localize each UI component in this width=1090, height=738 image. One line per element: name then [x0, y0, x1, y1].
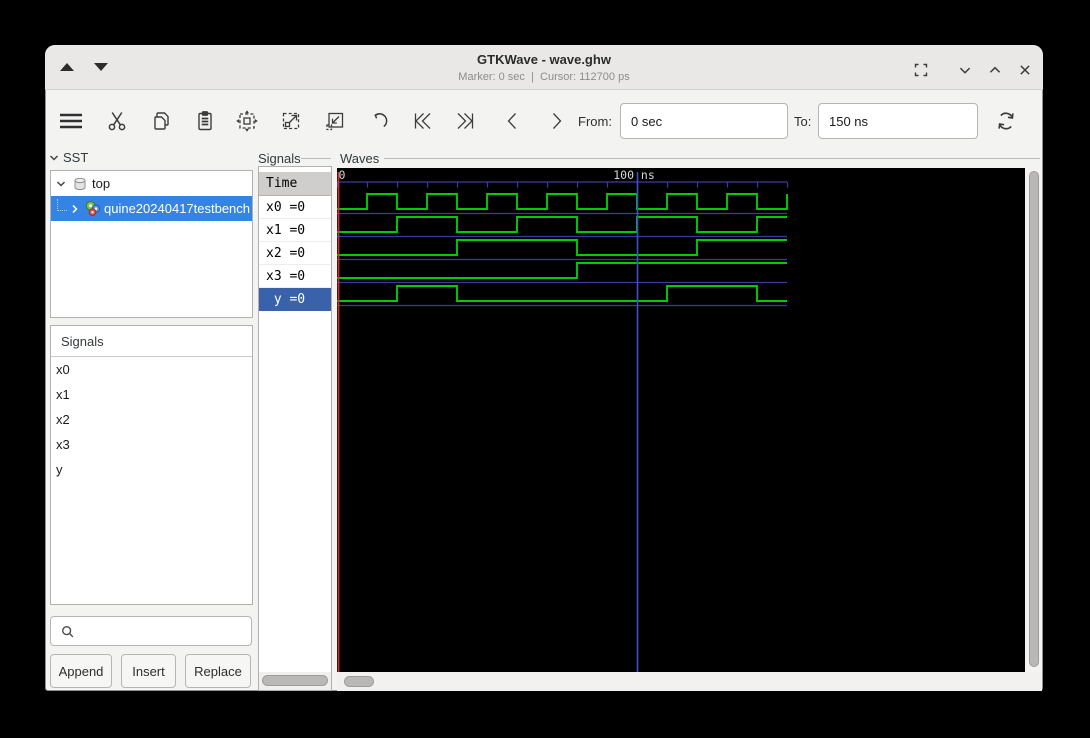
from-label: From:	[578, 114, 612, 129]
paste-button[interactable]	[192, 108, 218, 134]
signal-name-panel: Time x0 =0 x1 =0 x2 =0 x3 =0 y =0	[258, 166, 332, 691]
signal-row-x2[interactable]: x2 =0	[259, 242, 331, 265]
step-forward-button[interactable]	[543, 108, 569, 134]
tree-item-testbench[interactable]: quine20240417testbench	[51, 196, 252, 221]
to-label: To:	[794, 114, 812, 129]
roll-down-button[interactable]	[952, 57, 978, 83]
frame-border	[384, 158, 1040, 159]
reload-icon	[998, 112, 1014, 130]
waves-frame-label: Waves	[340, 151, 380, 166]
list-item-y[interactable]: y	[51, 457, 252, 482]
tree-branch-connector	[57, 198, 67, 211]
replace-button[interactable]: Replace	[185, 654, 251, 688]
insert-button[interactable]: Insert	[121, 654, 176, 688]
scrollbar-thumb[interactable]	[1029, 171, 1039, 667]
list-item-x3[interactable]: x3	[51, 432, 252, 457]
list-item-x2[interactable]: x2	[51, 407, 252, 432]
svg-text:0: 0	[339, 168, 346, 182]
tree-item-top[interactable]: top	[51, 171, 252, 196]
scrollbar-thumb[interactable]	[262, 675, 328, 686]
wave-canvas[interactable]: 0 100 ns	[337, 168, 1025, 672]
maximize-button[interactable]	[908, 57, 934, 83]
wave-vscrollbar[interactable]	[1026, 168, 1042, 672]
chevron-left-icon	[507, 113, 516, 129]
search-icon	[62, 625, 74, 637]
go-to-end-button[interactable]	[452, 108, 480, 134]
chevron-down-icon	[49, 154, 59, 161]
signal-name-hscrollbar[interactable]	[259, 672, 331, 690]
signal-row-x0[interactable]: x0 =0	[259, 196, 331, 219]
zoom-fit-button[interactable]	[234, 108, 260, 134]
close-button[interactable]	[1012, 57, 1038, 83]
sst-label: SST	[63, 150, 89, 165]
cut-icon	[108, 112, 126, 131]
copy-icon	[154, 112, 169, 130]
signal-list-header: Signals	[51, 326, 252, 357]
signal-search-box[interactable]	[50, 616, 252, 646]
reload-button[interactable]	[992, 108, 1020, 134]
skip-to-start-icon	[414, 113, 431, 129]
to-input[interactable]	[818, 103, 978, 139]
menu-button[interactable]	[55, 108, 87, 134]
copy-button[interactable]	[148, 108, 174, 134]
step-back-button[interactable]	[500, 108, 526, 134]
paste-icon	[198, 111, 212, 131]
sst-expander[interactable]: SST	[48, 150, 88, 165]
zoom-out-icon	[326, 112, 344, 131]
menu-icon	[60, 113, 82, 129]
skip-to-end-icon	[457, 113, 474, 129]
roll-up-button[interactable]	[982, 57, 1008, 83]
cut-button[interactable]	[104, 108, 130, 134]
sst-tree-panel: top quine20240417testbench	[50, 170, 253, 318]
maximize-icon	[914, 63, 928, 77]
module-cylinder-icon	[74, 177, 86, 190]
tree-item-label: top	[92, 176, 111, 191]
search-input[interactable]	[81, 619, 245, 645]
signals-frame-label: Signals	[258, 151, 301, 166]
signal-row-x3[interactable]: x3 =0	[259, 265, 331, 288]
zoom-fit-icon	[236, 110, 258, 132]
undo-icon	[374, 113, 388, 128]
signal-search-results-panel: Signals x0 x1 x2 x3 y	[50, 325, 253, 605]
chevron-right-icon	[553, 113, 562, 129]
chevron-right-icon	[72, 204, 78, 213]
tree-item-label: quine20240417testbench	[104, 201, 251, 216]
chevron-up-icon	[989, 66, 1001, 73]
module-gears-icon	[85, 201, 101, 216]
zoom-out-button[interactable]	[322, 108, 348, 134]
append-button[interactable]: Append	[50, 654, 112, 688]
zoom-in-button[interactable]	[278, 108, 304, 134]
window-title: GTKWave - wave.ghw	[477, 52, 611, 67]
list-item-x1[interactable]: x1	[51, 382, 252, 407]
signal-row-x1[interactable]: x1 =0	[259, 219, 331, 242]
frame-border	[301, 158, 331, 159]
chevron-down-icon	[56, 180, 66, 187]
waveform-plot: 0 100 ns	[337, 168, 789, 672]
from-input[interactable]	[620, 103, 788, 139]
marker-cursor-status: Marker: 0 sec | Cursor: 112700 ps	[458, 71, 630, 83]
desktop: GTKWave - wave.ghw Marker: 0 sec | Curso…	[0, 0, 1090, 738]
svg-text:100 ns: 100 ns	[613, 168, 655, 182]
zoom-in-icon	[282, 112, 300, 130]
time-header-row[interactable]: Time	[259, 172, 331, 196]
close-icon	[1020, 65, 1030, 75]
scrollbar-thumb[interactable]	[344, 676, 374, 687]
go-to-start-button[interactable]	[408, 108, 436, 134]
list-item-x0[interactable]: x0	[51, 357, 252, 382]
signal-row-y[interactable]: y =0	[259, 288, 331, 311]
wave-hscrollbar[interactable]	[337, 672, 1042, 691]
chevron-down-icon	[959, 67, 971, 74]
undo-button[interactable]	[366, 108, 392, 134]
